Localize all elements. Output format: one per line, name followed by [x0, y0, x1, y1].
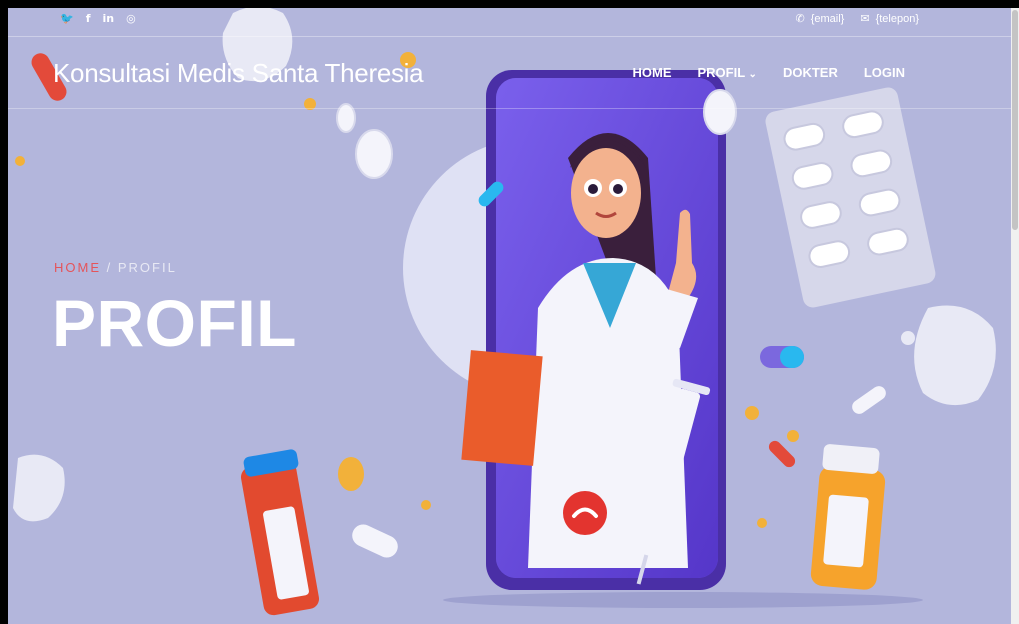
email-contact[interactable]: ✆ {email} [795, 12, 845, 26]
top-bar: 🐦 f in ◎ ✆ {email} ✉ {telepon} [8, 8, 1011, 34]
email-text: {email} [810, 12, 845, 25]
light-blob [914, 305, 996, 406]
nav-divider [8, 108, 1011, 109]
pill-pack-illustration [765, 87, 936, 308]
social-links: 🐦 f in ◎ [60, 12, 136, 25]
nav-dokter[interactable]: DOKTER [783, 65, 838, 80]
facebook-icon[interactable]: f [86, 12, 91, 25]
contact-info: ✆ {email} ✉ {telepon} [795, 12, 919, 26]
breadcrumb-current: PROFIL [117, 260, 177, 275]
phone-contact[interactable]: ✉ {telepon} [860, 12, 919, 26]
scrollbar-thumb[interactable] [1012, 10, 1018, 230]
chevron-down-icon: ⌄ [748, 69, 757, 80]
folder-illustration [461, 350, 543, 466]
nav-profil-label: PROFIL [697, 65, 745, 80]
vertical-scrollbar[interactable] [1011, 8, 1019, 624]
main-nav: HOME PROFIL ⌄ DOKTER LOGIN [632, 65, 905, 80]
site-brand[interactable]: Konsultasi Medis Santa Theresia [53, 58, 424, 89]
breadcrumb-home[interactable]: HOME [54, 260, 101, 275]
instagram-icon[interactable]: ◎ [126, 12, 136, 25]
hangup-button-illustration [563, 491, 607, 535]
page-title: PROFIL [52, 286, 297, 360]
page-frame: 🐦 f in ◎ ✆ {email} ✉ {telepon} Konsultas… [8, 8, 1011, 624]
twitter-icon[interactable]: 🐦 [60, 12, 74, 25]
nav-login[interactable]: LOGIN [864, 65, 905, 80]
nav-profil[interactable]: PROFIL ⌄ [697, 65, 756, 80]
envelope-icon: ✉ [860, 13, 870, 25]
top-divider [8, 36, 1011, 37]
phone-icon: ✆ [795, 13, 805, 25]
linkedin-icon[interactable]: in [103, 12, 115, 25]
breadcrumb-separator: / [101, 260, 118, 275]
breadcrumb: HOME / PROFIL [54, 260, 177, 275]
nav-home[interactable]: HOME [632, 65, 671, 80]
phone-text: {telepon} [875, 12, 919, 25]
